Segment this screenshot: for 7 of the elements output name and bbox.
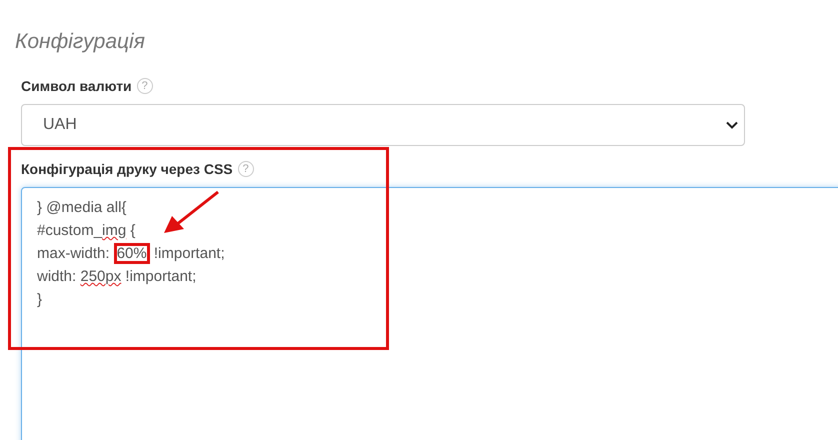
annotation-arrow — [162, 189, 222, 235]
section-heading: Конфігурація — [15, 30, 145, 54]
chevron-down-icon — [726, 121, 738, 129]
css-textarea[interactable]: } @media all{ #custom_img { max-width: 60% !important; width: 250px !important; } — [21, 187, 838, 440]
field-label: Символ валюти — [21, 78, 132, 94]
currency-select[interactable]: UAH — [21, 104, 745, 146]
field-label: Конфігурація друку через CSS — [21, 161, 233, 177]
